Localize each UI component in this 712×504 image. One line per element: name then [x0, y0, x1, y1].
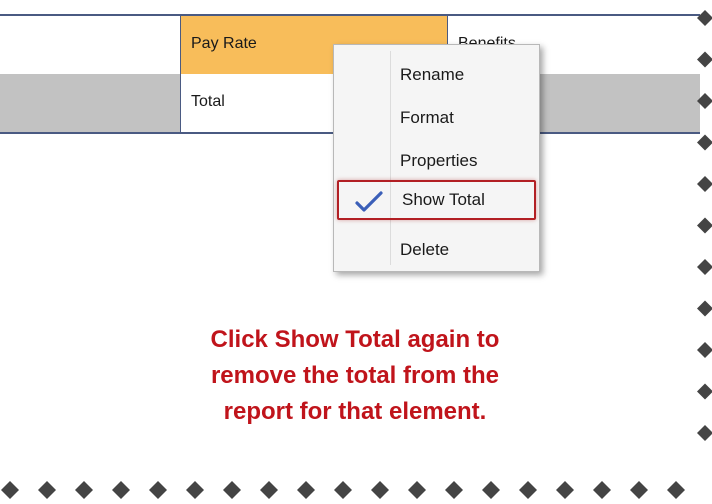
context-menu: Rename Format Properties Show Total Dele… [333, 44, 540, 272]
diamond-edge-icon [1, 481, 19, 499]
menu-item-rename[interactable]: Rename [334, 55, 539, 95]
diamond-edge-icon [186, 481, 204, 499]
diamond-edge-icon [697, 259, 712, 275]
torn-edge-right [697, 10, 712, 441]
diamond-edge-icon [371, 481, 389, 499]
callout-line: report for that element. [223, 398, 487, 425]
callout-line: remove the total from the [210, 362, 500, 389]
diamond-edge-icon [697, 10, 712, 26]
diamond-edge-icon [697, 300, 712, 317]
diamond-edge-icon [260, 481, 278, 499]
diamond-edge-icon [697, 134, 712, 151]
total-label: Total [191, 93, 225, 110]
instruction-callout: Click Show Total again to remove the tot… [120, 322, 590, 430]
diamond-edge-icon [519, 481, 537, 499]
diamond-edge-icon [697, 51, 712, 68]
diamond-edge-icon [697, 342, 712, 358]
diamond-edge-icon [697, 176, 712, 192]
callout-line: Click Show Total again to [210, 326, 500, 353]
menu-item-format[interactable]: Format [334, 98, 539, 138]
menu-item-label: Properties [400, 151, 478, 170]
menu-item-delete[interactable]: Delete [334, 230, 539, 270]
diamond-edge-icon [667, 481, 685, 499]
diamond-edge-icon [297, 481, 315, 499]
menu-item-label: Delete [400, 240, 450, 259]
menu-item-label: Show Total [402, 190, 485, 209]
diamond-edge-icon [593, 481, 611, 499]
diamond-edge-icon [149, 481, 167, 499]
diamond-edge-icon [697, 217, 712, 234]
diamond-edge-icon [334, 481, 352, 499]
diamond-edge-icon [75, 481, 93, 499]
menu-item-label: Format [400, 108, 454, 127]
diamond-edge-icon [697, 93, 712, 109]
diamond-edge-icon [112, 481, 130, 499]
diamond-edge-icon [482, 481, 500, 499]
checkmark-icon [355, 191, 383, 212]
menu-item-properties[interactable]: Properties [334, 141, 539, 181]
diamond-edge-icon [697, 383, 712, 400]
menu-item-show-total[interactable]: Show Total [337, 180, 536, 220]
diamond-edge-icon [445, 481, 463, 499]
pay-rate-label: Pay Rate [191, 35, 257, 52]
diamond-edge-icon [630, 481, 648, 499]
torn-edge-bottom [1, 481, 685, 499]
diamond-edge-icon [697, 425, 712, 441]
menu-item-label: Rename [400, 65, 465, 84]
diamond-edge-icon [223, 481, 241, 499]
diamond-edge-icon [38, 481, 56, 499]
diamond-edge-icon [556, 481, 574, 499]
diamond-edge-icon [408, 481, 426, 499]
